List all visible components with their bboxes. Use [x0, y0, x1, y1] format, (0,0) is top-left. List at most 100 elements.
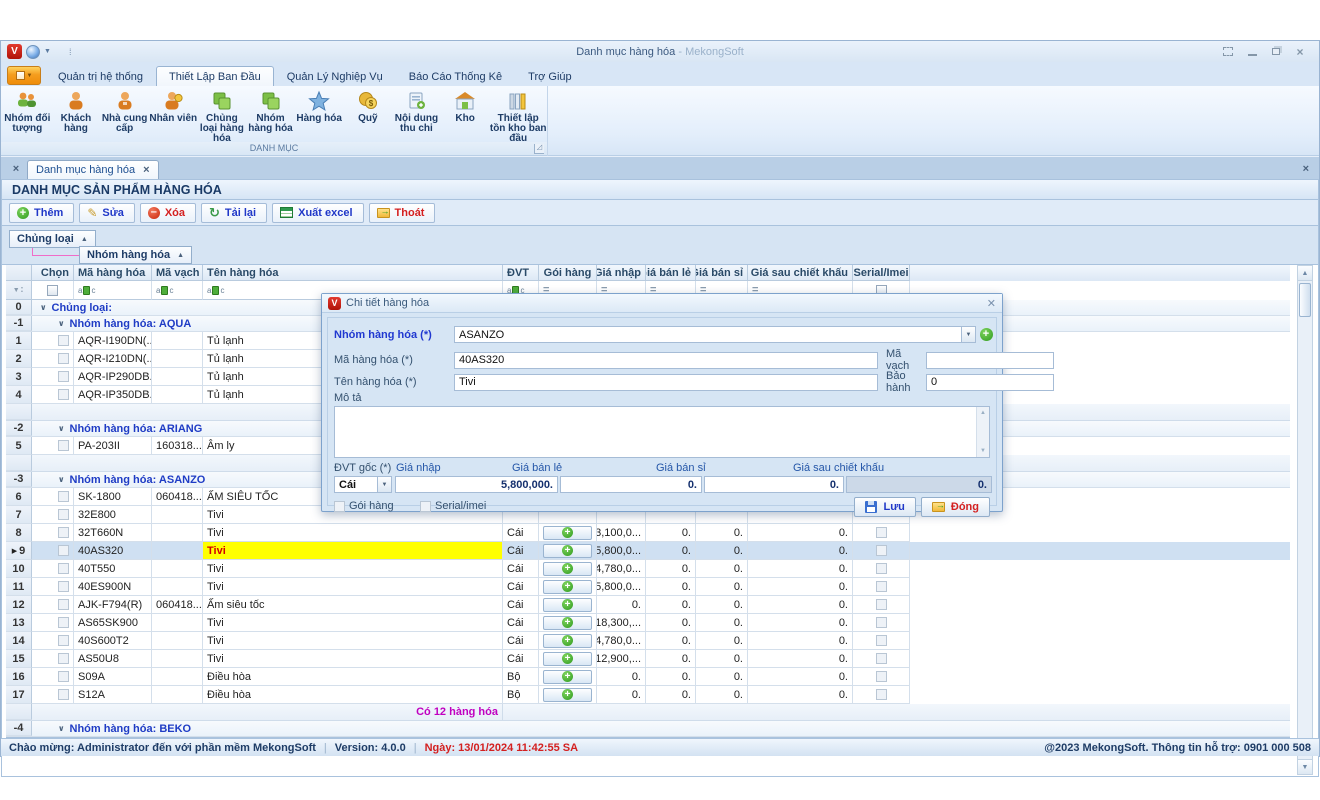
checkbox-icon[interactable]: [58, 509, 69, 520]
xuất-excel-button[interactable]: Xuất excel: [272, 203, 363, 223]
ribbon-tab-2[interactable]: Thiết Lập Ban Đầu: [156, 66, 274, 86]
checkbox-icon[interactable]: [876, 563, 887, 574]
groupby-chip-nhom-hang-hoa[interactable]: Nhóm hàng hóa ▲: [79, 246, 192, 264]
checkbox-icon[interactable]: [58, 563, 69, 574]
package-add-button[interactable]: +: [543, 526, 592, 540]
column-header-ser[interactable]: Serial/Imei: [853, 265, 910, 281]
table-row[interactable]: 13AS65SK900TiviCái+18,300,...0.0.0.: [6, 614, 1290, 632]
serial-cell[interactable]: [853, 614, 910, 632]
tab-close-icon[interactable]: ×: [143, 164, 149, 176]
chevron-expand-icon[interactable]: ∨: [58, 724, 65, 733]
table-row[interactable]: 832T660NTiviCái+3,100,0...0.0.0.: [6, 524, 1290, 542]
group-row[interactable]: -4∨Nhóm hàng hóa: BEKO: [6, 721, 1290, 737]
scroll-up-icon[interactable]: ▲: [977, 407, 989, 419]
ribbon-item-5[interactable]: Chủng loại hàng hóa: [198, 88, 247, 144]
row-select-cell[interactable]: [32, 542, 74, 560]
row-select-cell[interactable]: [32, 650, 74, 668]
row-select-cell[interactable]: [32, 668, 74, 686]
chevron-expand-icon[interactable]: ∨: [40, 303, 47, 312]
filter-code[interactable]: ac: [74, 281, 152, 300]
table-row[interactable]: 15AS50U8TiviCái+12,900,...0.0.0.: [6, 650, 1290, 668]
ribbon-tab-5[interactable]: Trợ Giúp: [515, 66, 584, 86]
row-select-cell[interactable]: [32, 524, 74, 542]
column-header-bar[interactable]: Mã vạch: [152, 265, 203, 281]
chevron-expand-icon[interactable]: ∨: [58, 319, 65, 328]
dialog-close-icon[interactable]: ✕: [987, 297, 996, 310]
column-header-ck[interactable]: Giá sau chiết khấu: [748, 265, 853, 281]
serial-cell[interactable]: [853, 650, 910, 668]
scrollbar-thumb[interactable]: [1299, 283, 1311, 317]
xóa-button[interactable]: –Xóa: [140, 203, 196, 223]
table-row[interactable]: 1140ES900NTiviCái+5,800,0...0.0.0.: [6, 578, 1290, 596]
chevron-down-icon[interactable]: ▼: [962, 326, 976, 343]
serial-cell[interactable]: [853, 542, 910, 560]
tab-danh-muc-hang-hoa[interactable]: Danh mục hàng hóa ×: [27, 160, 159, 179]
serial-cell[interactable]: [853, 668, 910, 686]
package-checkbox[interactable]: Gói hàng: [334, 500, 420, 512]
checkbox-icon[interactable]: [47, 285, 58, 296]
package-add-button[interactable]: +: [543, 652, 592, 666]
package-add-button[interactable]: +: [543, 616, 592, 630]
checkbox-icon[interactable]: [58, 491, 69, 502]
table-row[interactable]: 1040T550TiviCái+4,780,0...0.0.0.: [6, 560, 1290, 578]
close-button[interactable]: ×: [1293, 46, 1307, 58]
add-group-button[interactable]: +: [978, 326, 994, 343]
scroll-up-icon[interactable]: ▲: [1298, 266, 1312, 281]
product-name-input[interactable]: Tivi: [454, 374, 878, 391]
text-filter-icon[interactable]: ac: [78, 286, 95, 295]
checkbox-icon[interactable]: [58, 440, 69, 451]
save-button[interactable]: Lưu: [854, 497, 915, 517]
column-header-pkg[interactable]: Gói hàng: [539, 265, 597, 281]
application-menu-button[interactable]: ▼: [7, 66, 41, 85]
column-header-name[interactable]: Tên hàng hóa: [203, 265, 503, 281]
checkbox-icon[interactable]: [58, 689, 69, 700]
close-tab-icon[interactable]: ×: [1303, 163, 1309, 175]
column-header-si[interactable]: Giá bán sỉ: [696, 265, 748, 281]
close-all-icon[interactable]: ×: [9, 162, 23, 177]
ribbon-item-11[interactable]: Thiết lập tồn kho ban đầu: [489, 88, 547, 144]
checkbox-icon[interactable]: [876, 653, 887, 664]
package-add-button[interactable]: +: [543, 688, 592, 702]
column-header-le[interactable]: Giá bán lẻ: [646, 265, 696, 281]
column-header-dvt[interactable]: ĐVT: [503, 265, 539, 281]
row-select-cell[interactable]: [32, 368, 74, 386]
purchase-price-input[interactable]: 5,800,000.: [395, 476, 558, 493]
serial-cell[interactable]: [853, 578, 910, 596]
funnel-icon[interactable]: ▼⁚: [13, 286, 25, 294]
checkbox-icon[interactable]: [58, 653, 69, 664]
column-header-nhap[interactable]: Giá nhập: [597, 265, 646, 281]
text-filter-icon[interactable]: ac: [207, 286, 224, 295]
checkbox-icon[interactable]: [876, 671, 887, 682]
filter-select-checkbox[interactable]: [32, 281, 74, 300]
tải-lại-button[interactable]: ↻Tải lại: [201, 203, 267, 223]
row-select-cell[interactable]: [32, 488, 74, 506]
checkbox-icon[interactable]: [876, 635, 887, 646]
chevron-expand-icon[interactable]: ∨: [58, 475, 65, 484]
row-select-cell[interactable]: [32, 332, 74, 350]
thoát-button[interactable]: →Thoát: [369, 203, 436, 223]
ribbon-item-1[interactable]: Nhóm đối tượng: [3, 88, 52, 134]
ribbon-tab-4[interactable]: Báo Cáo Thống Kê: [396, 66, 515, 86]
restore-button[interactable]: [1269, 46, 1283, 58]
column-header-sel[interactable]: Chọn: [32, 265, 74, 281]
retail-price-input[interactable]: 0.: [560, 476, 702, 493]
user-sphere-icon[interactable]: [26, 45, 40, 59]
row-select-cell[interactable]: [32, 596, 74, 614]
close-dialog-button[interactable]: →Đóng: [921, 497, 990, 517]
package-add-button[interactable]: +: [543, 670, 592, 684]
checkbox-icon[interactable]: [876, 689, 887, 700]
ribbon-tab-3[interactable]: Quản Lý Nghiệp Vụ: [274, 66, 396, 86]
vertical-scrollbar[interactable]: ▲ ▼: [1297, 265, 1313, 775]
sửa-button[interactable]: ✎Sửa: [79, 203, 134, 223]
ribbon-tab-1[interactable]: Quản trị hệ thống: [45, 66, 156, 86]
checkbox-icon[interactable]: [876, 581, 887, 592]
chevron-expand-icon[interactable]: ∨: [58, 424, 65, 433]
ribbon-item-6[interactable]: Nhóm hàng hóa: [246, 88, 295, 134]
serial-cell[interactable]: [853, 560, 910, 578]
package-add-button[interactable]: +: [543, 598, 592, 612]
serial-checkbox[interactable]: Serial/imei: [420, 500, 486, 512]
minimize-button[interactable]: [1245, 46, 1259, 58]
checkbox-icon[interactable]: [58, 389, 69, 400]
serial-cell[interactable]: [853, 596, 910, 614]
chevron-down-icon[interactable]: ▼: [44, 48, 51, 55]
